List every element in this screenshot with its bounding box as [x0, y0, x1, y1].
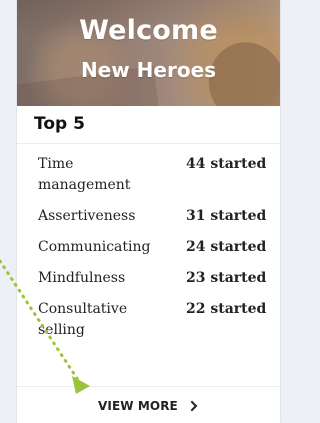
top5-list: Time management 44 started Assertiveness… [38, 154, 267, 351]
list-item: Time management 44 started [38, 154, 267, 196]
topic-name: Mindfulness [38, 270, 126, 286]
list-item: Mindfulness 23 started [38, 268, 267, 289]
top5-footer: VIEW MORE [17, 386, 280, 423]
started-count: 31 started [186, 208, 267, 224]
topic-name: Consultative selling [38, 301, 128, 338]
started-count: 24 started [186, 239, 267, 255]
topic-name: Communicating [38, 239, 151, 255]
welcome-hero: Welcome New Heroes [17, 0, 280, 122]
started-count: 22 started [186, 301, 267, 317]
hero-subtitle: New Heroes [80, 58, 217, 82]
topic-name: Time management [38, 156, 131, 193]
topic-name: Assertiveness [38, 208, 136, 224]
started-count: 23 started [186, 270, 267, 286]
view-more-button[interactable]: VIEW MORE [98, 398, 200, 414]
hero-title: Welcome [79, 15, 218, 46]
list-item: Communicating 24 started [38, 237, 267, 258]
chevron-right-icon [190, 400, 198, 412]
list-item: Assertiveness 31 started [38, 206, 267, 227]
view-more-label: VIEW MORE [98, 399, 178, 413]
started-count: 44 started [186, 156, 267, 172]
list-item: Consultative selling 22 started [38, 299, 267, 341]
top5-widget-screen: Welcome New Heroes Top 5 Time management… [0, 0, 282, 423]
top5-title: Top 5 [34, 106, 254, 142]
